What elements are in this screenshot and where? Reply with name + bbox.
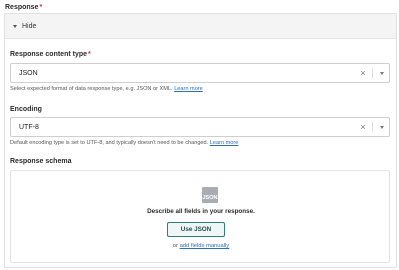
response-schema-box: JSON Describe all fields in your respons… [10,170,390,263]
describe-text: Describe all fields in your response. [147,208,255,215]
learn-more-link[interactable]: Learn more [210,140,239,146]
content-type-value: JSON [19,69,38,77]
chevron-down-icon[interactable] [375,125,389,129]
encoding-label: Encoding [10,106,42,113]
hide-label: Hide [22,22,37,30]
divider [372,68,373,78]
add-fields-manually-link[interactable]: add fields manually [180,243,230,249]
learn-more-link[interactable]: Learn more [174,86,203,92]
use-json-button[interactable]: Use JSON [167,222,225,237]
response-label: Response* [5,4,43,11]
hide-toggle[interactable]: Hide [5,14,396,39]
encoding-value: UTF-8 [19,123,39,131]
content-type-select[interactable]: JSON × [10,63,390,83]
json-file-icon: JSON [202,187,218,203]
required-mark: * [88,51,91,58]
required-mark: * [39,4,43,11]
content-type-label: Response content type* [10,51,91,58]
encoding-select[interactable]: UTF-8 × [10,117,390,137]
encoding-help: Default encoding type is set to UTF-8, a… [10,140,239,146]
close-icon[interactable]: × [356,122,370,132]
add-fields-line: or add fields manually [172,243,230,249]
close-icon[interactable]: × [356,68,370,78]
chevron-down-icon[interactable] [375,71,389,75]
content-type-help: Select expected format of data response … [10,86,203,92]
divider [372,122,373,132]
caret-down-icon [13,25,17,28]
response-schema-label: Response schema [10,158,72,165]
